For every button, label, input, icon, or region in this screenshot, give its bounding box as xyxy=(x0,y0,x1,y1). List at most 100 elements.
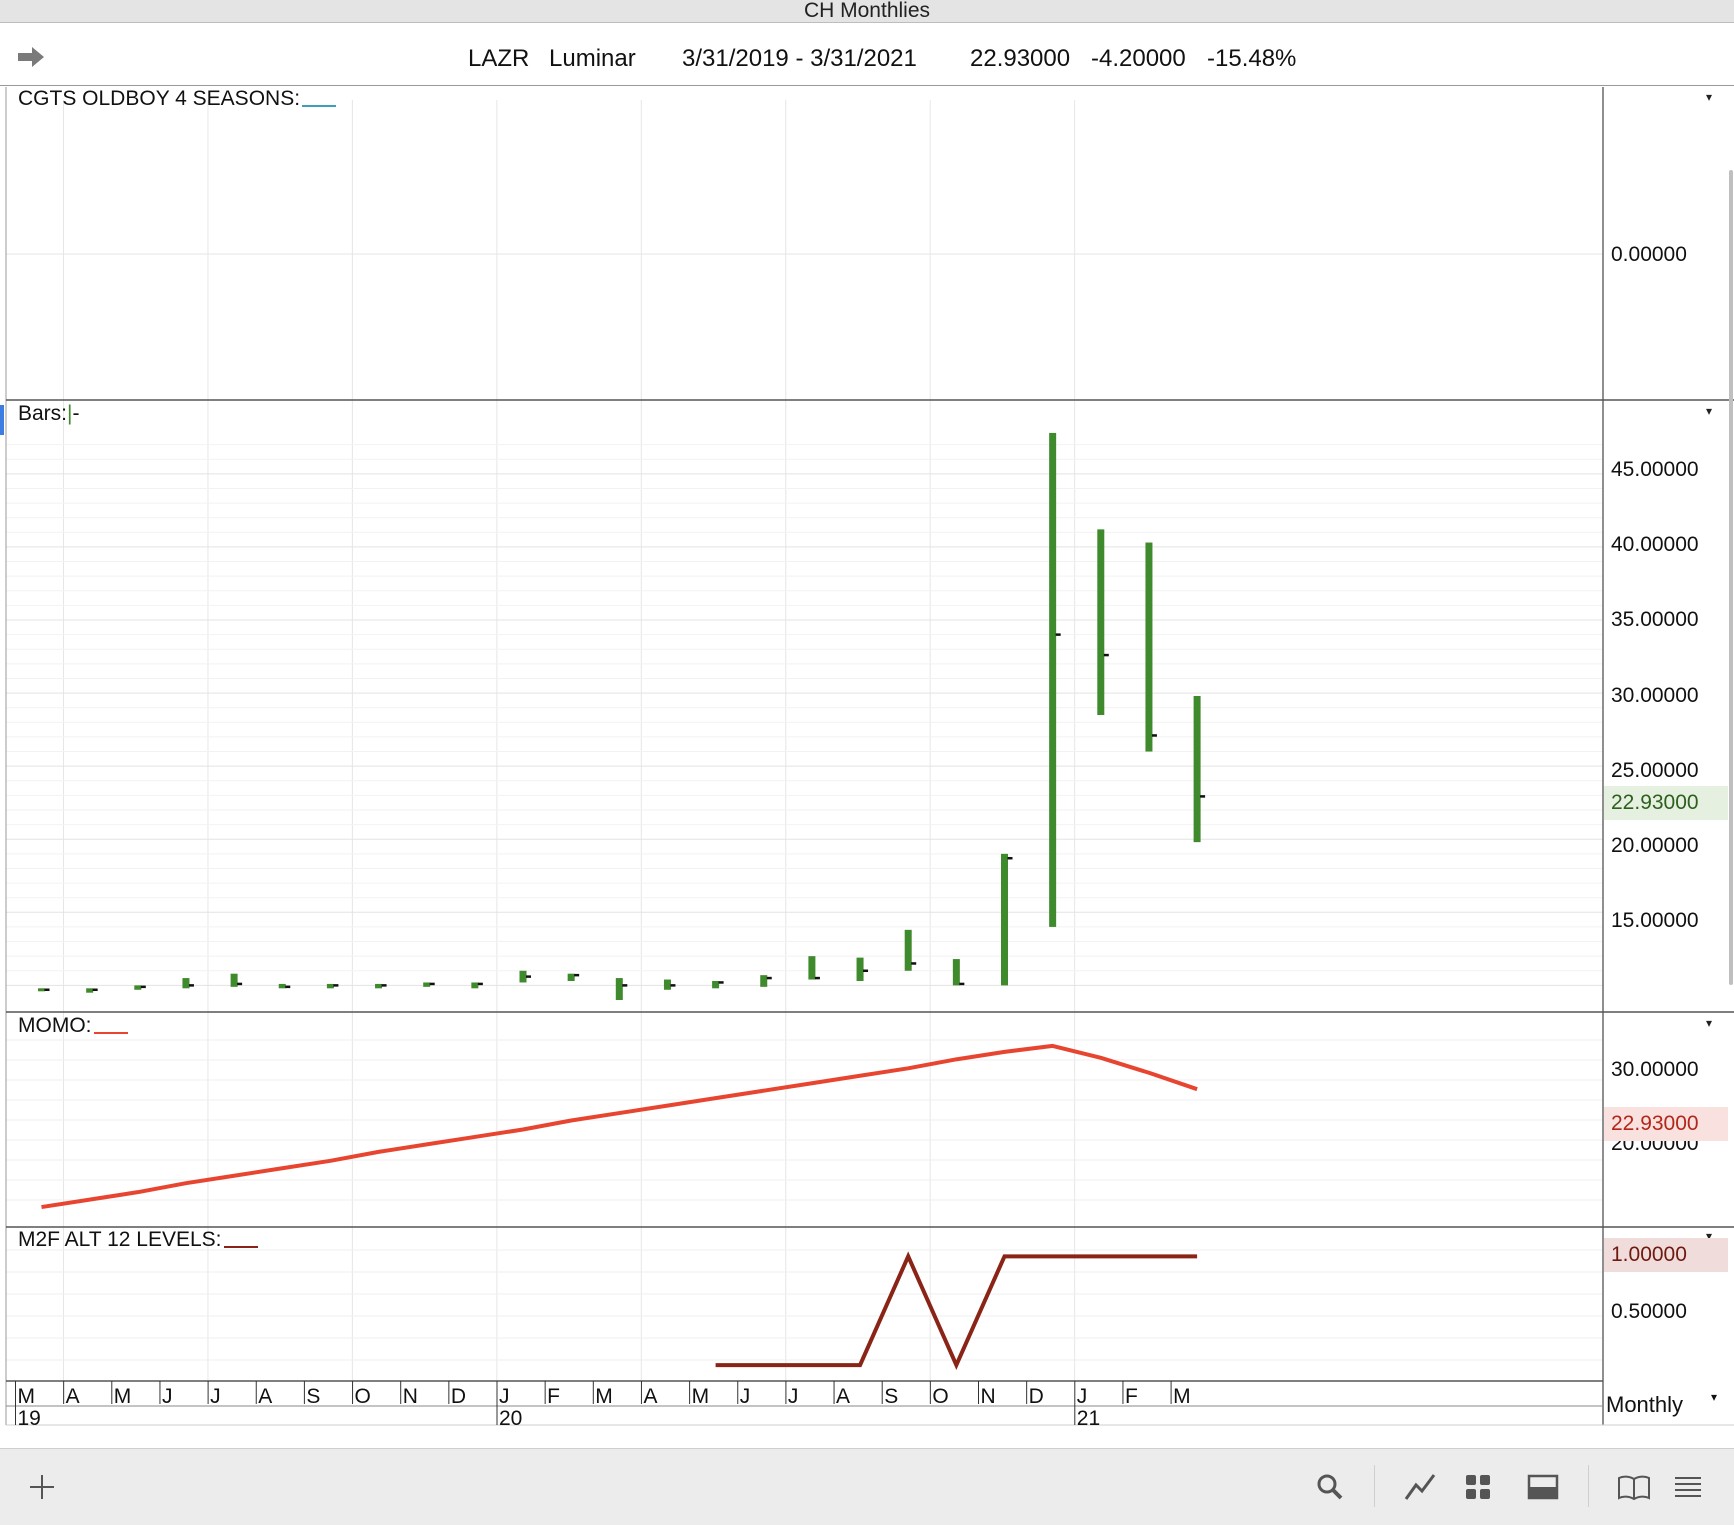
period-dropdown-icon[interactable]: ▾ xyxy=(1711,1390,1717,1404)
momo-pane-label[interactable]: MOMO: xyxy=(18,1014,128,1038)
ohlc-bar-range xyxy=(1001,853,1008,986)
ohlc-bar-range xyxy=(808,956,816,980)
m2f-indicator-swatch xyxy=(223,1232,258,1249)
period-selector[interactable]: Monthly xyxy=(1606,1392,1683,1418)
ohlc-bar-range xyxy=(86,988,94,993)
x-axis-month-label: D xyxy=(1029,1385,1044,1408)
ohlc-bar-range xyxy=(326,983,334,989)
momo-indicator-swatch xyxy=(93,1018,128,1035)
symbol-toolbar: LAZR Luminar 3/31/2019 - 3/31/2021 22.93… xyxy=(0,23,1734,86)
ohlc-bar xyxy=(326,983,339,989)
ohlc-bar-range xyxy=(1193,696,1201,843)
x-axis-year-label: 21 xyxy=(1077,1407,1100,1430)
ohlc-bar xyxy=(423,982,435,987)
m2f-line xyxy=(715,1251,1198,1371)
momo-series xyxy=(41,1043,1198,1210)
ohlc-bar-range xyxy=(712,981,720,989)
symbol-ticker[interactable]: LAZR xyxy=(468,45,529,73)
ohlc-bar-range xyxy=(856,957,864,981)
symbol-name: Luminar xyxy=(549,45,636,72)
x-axis-month-label: J xyxy=(162,1385,173,1408)
momo-pane-menu-icon[interactable]: ▾ xyxy=(1706,1016,1712,1030)
x-axis-month-label: N xyxy=(981,1385,996,1408)
menu-icon[interactable] xyxy=(1668,1469,1708,1505)
cgts-pane-label[interactable]: CGTS OLDBOY 4 SEASONS: xyxy=(18,87,337,111)
forward-arrow-icon[interactable] xyxy=(16,45,46,69)
x-axis-month-label: J xyxy=(210,1385,221,1408)
bars-y-tick: 20.00000 xyxy=(1611,834,1699,857)
cgts-indicator-swatch xyxy=(302,91,337,108)
ohlc-bar xyxy=(856,957,869,981)
ohlc-bar xyxy=(615,978,628,1000)
x-axis-month-label: J xyxy=(1077,1385,1088,1408)
m2f-series xyxy=(715,1251,1198,1371)
x-axis-month-label: F xyxy=(1125,1385,1138,1408)
bars-indicator-glyph: | xyxy=(67,402,73,425)
x-axis-month-label: A xyxy=(66,1385,80,1408)
ohlc-bar xyxy=(230,973,243,987)
ohlc-bar xyxy=(663,979,676,990)
x-axis-month-label: O xyxy=(355,1385,371,1408)
ohlc-bar-range xyxy=(134,985,142,990)
x-axis-month-label: J xyxy=(499,1385,510,1408)
x-axis-month-label: M xyxy=(114,1385,132,1408)
grid-lines xyxy=(6,100,1603,1381)
momo-label-text: MOMO: xyxy=(18,1014,92,1037)
m2f-y-tick: 0.50000 xyxy=(1611,1300,1687,1323)
ohlc-bar xyxy=(952,959,965,986)
ohlc-bar-range xyxy=(278,983,286,989)
chart-line-icon[interactable] xyxy=(1400,1469,1440,1505)
ohlc-bar-range xyxy=(1145,542,1153,752)
ohlc-bar xyxy=(519,970,531,983)
bars-y-tick: 30.00000 xyxy=(1611,684,1699,707)
search-icon[interactable] xyxy=(1310,1469,1350,1505)
ohlc-bar-range xyxy=(1097,529,1105,715)
x-axis-month-label: A xyxy=(643,1385,657,1408)
bars-pane-menu-icon[interactable]: ▾ xyxy=(1706,404,1712,418)
cgts-pane-menu-icon[interactable]: ▾ xyxy=(1706,90,1712,104)
ohlc-bar-range xyxy=(567,973,575,981)
x-axis-year-label: 19 xyxy=(18,1407,41,1430)
ohlc-bar-range xyxy=(230,973,238,987)
momo-y-tick: 30.00000 xyxy=(1611,1058,1699,1081)
ohlc-bar xyxy=(1145,542,1157,752)
m2f-label-text: M2F ALT 12 LEVELS: xyxy=(18,1228,222,1251)
ohlc-bar xyxy=(182,978,194,989)
pane-layout-icon[interactable] xyxy=(1523,1469,1563,1505)
momo-last-price-tag: 22.93000 xyxy=(1604,1107,1728,1141)
ohlc-bar-range xyxy=(904,929,912,971)
grid-icon[interactable] xyxy=(1458,1469,1498,1505)
x-axis-month-label: M xyxy=(692,1385,710,1408)
ohlc-bar-range xyxy=(423,982,431,987)
ohlc-bar xyxy=(1001,853,1013,986)
chart-area[interactable]: M A M J J A S O N D J F M A M J J A S O N D J F M19 20 21 xyxy=(0,86,1734,1448)
cgts-y-tick: 0.00000 xyxy=(1611,243,1687,266)
date-range[interactable]: 3/31/2019 - 3/31/2021 xyxy=(682,45,917,73)
ohlc-bar-range xyxy=(760,975,768,987)
vertical-scrollbar[interactable] xyxy=(1729,170,1733,985)
x-axis-month-label: A xyxy=(258,1385,272,1408)
add-icon[interactable] xyxy=(22,1469,62,1505)
x-axis-month-label: J xyxy=(740,1385,751,1408)
bars-y-tick: 25.00000 xyxy=(1611,759,1699,782)
bars-pane-label[interactable]: Bars:|- xyxy=(18,402,79,426)
ohlc-bar-range xyxy=(519,970,527,983)
ohlc-bar xyxy=(1049,432,1061,927)
ohlc-bar-range xyxy=(1049,432,1057,927)
cgts-label-text: CGTS OLDBOY 4 SEASONS: xyxy=(18,87,301,110)
x-axis-month-label: M xyxy=(595,1385,613,1408)
net-change: -4.20000 xyxy=(1091,45,1186,72)
ohlc-bar xyxy=(134,985,146,990)
ohlc-bar xyxy=(1097,529,1109,715)
bars-y-tick: 15.00000 xyxy=(1611,909,1699,932)
momo-line xyxy=(41,1043,1198,1210)
x-axis-month-label: O xyxy=(932,1385,948,1408)
m2f-pane-label[interactable]: M2F ALT 12 LEVELS: xyxy=(18,1228,258,1252)
ohlc-bar xyxy=(1193,696,1206,843)
book-icon[interactable] xyxy=(1614,1469,1654,1505)
ohlc-bar xyxy=(712,981,724,989)
ohlc-bar xyxy=(375,983,387,989)
m2f-last-value-tag: 1.00000 xyxy=(1604,1238,1728,1272)
ohlc-bar-range xyxy=(182,978,190,989)
ohlc-bar xyxy=(808,956,820,980)
